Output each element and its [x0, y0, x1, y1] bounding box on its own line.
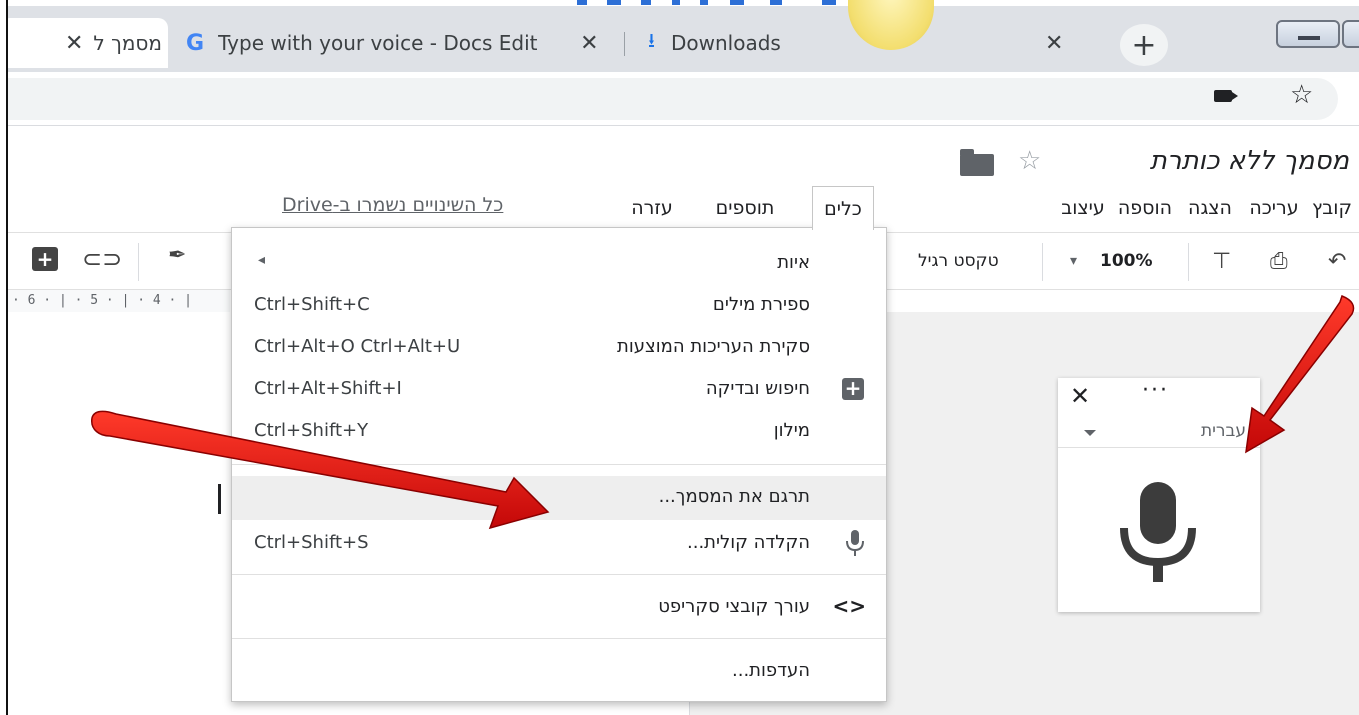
window-maximize-button[interactable]: [1342, 20, 1359, 48]
menu-item-dictionary[interactable]: Ctrl+Shift+Y מילון: [232, 410, 886, 452]
close-icon[interactable]: ✕: [580, 31, 598, 56]
tab-label: Type with your voice - Docs Edit: [218, 31, 538, 55]
undo-icon[interactable]: ↶: [1328, 249, 1346, 274]
toolbar-separator: [1188, 243, 1189, 281]
microphone-icon: [846, 530, 864, 556]
tab-downloads[interactable]: ⭳ Downloads ✕: [634, 18, 1100, 68]
camera-icon[interactable]: [1214, 90, 1232, 102]
menu-help[interactable]: עזרה: [620, 188, 684, 228]
document-title[interactable]: מסמך ללא כותרת: [1150, 146, 1349, 176]
menu-item-script-editor[interactable]: <> עורך קובצי סקריפט: [232, 586, 886, 628]
highlighter-icon[interactable]: ✒: [168, 243, 186, 268]
window-minimize-button[interactable]: [1276, 20, 1340, 48]
menu-item-label: סקירת העריכות המוצעות: [617, 336, 810, 357]
menu-file[interactable]: קובץ: [1308, 188, 1356, 228]
close-icon[interactable]: ✕: [65, 31, 83, 56]
zoom-select[interactable]: 100%: [1100, 251, 1153, 271]
menu-separator: [232, 464, 886, 465]
voice-language-label: עברית: [1200, 421, 1246, 441]
toolbar-separator: [1042, 243, 1043, 281]
paint-format-icon[interactable]: ⊤: [1212, 249, 1231, 274]
menu-addons[interactable]: תוספים: [706, 188, 784, 228]
menu-format[interactable]: עיצוב: [1058, 188, 1108, 228]
menu-item-shortcut: Ctrl+Shift+Y: [254, 420, 369, 441]
menu-item-label: העדפות...: [732, 660, 810, 681]
folder-icon[interactable]: [960, 149, 994, 176]
more-options-icon[interactable]: ···: [1142, 378, 1169, 403]
new-tab-button[interactable]: +: [1120, 24, 1168, 66]
star-icon[interactable]: ☆: [1018, 146, 1041, 176]
link-icon[interactable]: ⊂⊃: [82, 245, 122, 273]
browser-tab-strip: מסמך ל ✕ G Type with your voice - Docs E…: [0, 0, 1359, 72]
submenu-arrow-icon: ◂: [258, 252, 266, 268]
menu-insert[interactable]: הוספה: [1110, 188, 1180, 228]
menu-item-shortcut: Ctrl+Shift+C: [254, 294, 370, 315]
star-icon[interactable]: ☆: [1290, 80, 1313, 110]
voice-typing-widget: ✕ ··· עברית: [1058, 378, 1260, 612]
menu-item-review-suggested-edits[interactable]: Ctrl+Alt+O Ctrl+Alt+U סקירת העריכות המוצ…: [232, 326, 886, 368]
address-bar-row: ☆: [8, 72, 1359, 126]
tab-untitled-document[interactable]: מסמך ל ✕: [0, 18, 168, 68]
tab-label: Downloads: [671, 31, 781, 55]
menu-item-label: ספירת מילים: [712, 294, 810, 315]
add-comment-icon[interactable]: +: [32, 247, 58, 271]
horizontal-ruler[interactable]: · 6 · | · 5 · | · 4 · |: [8, 290, 230, 312]
menu-view[interactable]: הצגה: [1182, 188, 1238, 228]
menu-item-label: הקלדה קולית...: [687, 532, 810, 553]
chevron-down-icon: [1084, 430, 1096, 436]
address-bar[interactable]: [8, 78, 1338, 120]
menu-item-label: עורך קובצי סקריפט: [658, 596, 810, 617]
screenshot-root: מסמך ל ✕ G Type with your voice - Docs E…: [0, 0, 1359, 715]
tab-label: מסמך ל: [93, 31, 162, 55]
code-icon: <>: [832, 594, 866, 618]
text-cursor: [218, 484, 221, 514]
menu-item-label: איות: [777, 252, 810, 273]
menu-tools[interactable]: כלים: [812, 186, 874, 230]
menu-item-translate-document[interactable]: תרגם את המסמך...: [232, 476, 886, 520]
menu-item-shortcut: Ctrl+Shift+S: [254, 532, 369, 553]
tools-dropdown-menu: ◂ איות Ctrl+Shift+C ספירת מילים Ctrl+Alt…: [231, 227, 887, 702]
menu-item-shortcut: Ctrl+Alt+Shift+I: [254, 378, 402, 399]
voice-language-select[interactable]: עברית: [1058, 416, 1260, 448]
screenshot-frame-left: [0, 0, 8, 715]
menu-item-label: חיפוש ובדיקה: [705, 378, 810, 399]
menu-item-label: מילון: [773, 420, 810, 441]
print-icon[interactable]: ⎙: [1270, 249, 1288, 274]
tab-type-with-your-voice[interactable]: G Type with your voice - Docs Edit ✕: [176, 18, 624, 68]
tab-separator: [624, 32, 625, 56]
paragraph-style-select[interactable]: טקסט רגיל: [918, 251, 999, 271]
chevron-down-icon[interactable]: ▾: [1070, 253, 1077, 269]
menu-separator: [232, 574, 886, 575]
microphone-icon[interactable]: [1118, 482, 1198, 582]
menu-separator: [232, 638, 886, 639]
menu-item-label: תרגם את המסמך...: [658, 486, 810, 507]
top-blue-underline: [0, 0, 1359, 5]
menu-item-explore[interactable]: + Ctrl+Alt+Shift+I חיפוש ובדיקה: [232, 368, 886, 410]
download-icon: ⭳: [648, 28, 655, 52]
menu-item-voice-typing[interactable]: Ctrl+Shift+S הקלדה קולית...: [232, 522, 886, 564]
close-icon[interactable]: ✕: [1045, 31, 1063, 56]
menu-item-spelling[interactable]: ◂ איות: [232, 242, 886, 284]
close-icon[interactable]: ✕: [1070, 382, 1090, 410]
menu-item-word-count[interactable]: Ctrl+Shift+C ספירת מילים: [232, 284, 886, 326]
saved-status-link[interactable]: כל השינויים נשמרו ב-Drive: [282, 194, 503, 216]
menu-edit[interactable]: עריכה: [1242, 188, 1306, 228]
toolbar-separator: [138, 243, 139, 281]
menu-item-shortcut: Ctrl+Alt+O Ctrl+Alt+U: [254, 336, 461, 357]
explore-icon: +: [842, 378, 864, 400]
google-icon: G: [186, 30, 205, 56]
menu-item-preferences[interactable]: העדפות...: [232, 650, 886, 692]
